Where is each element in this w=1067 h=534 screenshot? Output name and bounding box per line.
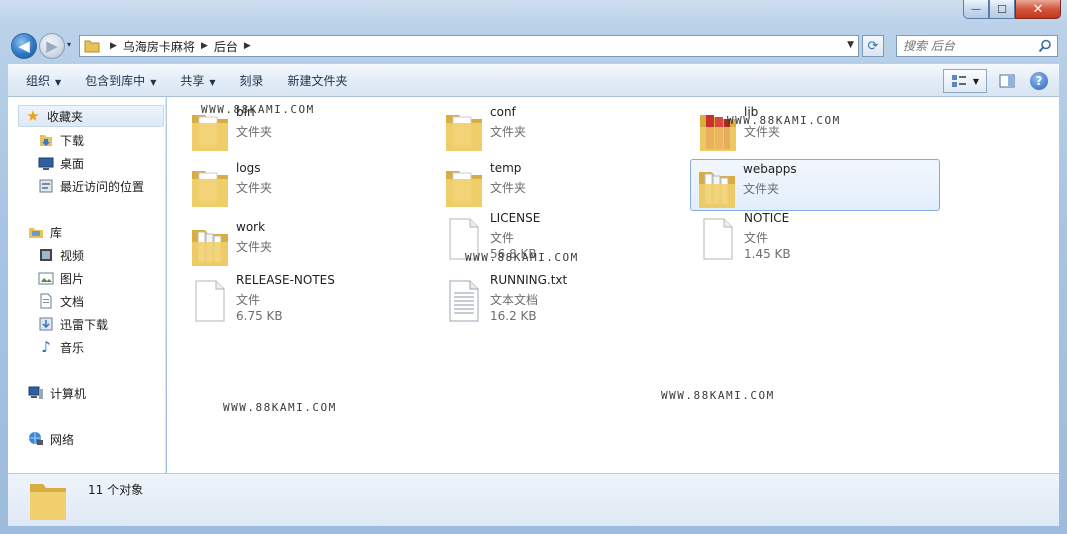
watermark-text: WWW.88KAMI.COM <box>661 389 775 402</box>
nav-recent-places[interactable]: 最近访问的位置 <box>38 175 144 197</box>
view-details-icon <box>951 75 966 87</box>
nav-thunder-downloads[interactable]: 迅雷下载 <box>38 313 108 335</box>
command-bar: 组织 ▼ 包含到库中 ▼ 共享 ▼ 刻录 新建文件夹 ▼ ? <box>8 64 1059 97</box>
file-item-temp[interactable]: temp 文件夹 <box>438 159 688 211</box>
refresh-icon: ⟳ <box>867 38 879 54</box>
change-view-button[interactable]: ▼ <box>943 69 987 93</box>
breadcrumb-item[interactable]: 乌海房卡麻将 <box>123 38 195 55</box>
preview-pane-button[interactable] <box>995 69 1019 93</box>
watermark-text: WWW.88KAMI.COM <box>223 401 337 414</box>
minimize-icon: — <box>971 3 981 15</box>
computer-icon <box>28 385 44 401</box>
nav-music[interactable]: ♪ 音乐 <box>38 336 84 358</box>
recent-places-icon <box>38 178 54 194</box>
file-item-conf[interactable]: conf 文件夹 <box>438 103 688 155</box>
chevron-down-icon: ▼ <box>150 77 157 87</box>
file-item-notice[interactable]: NOTICE 文件 1.45 KB <box>692 209 942 261</box>
file-list-view: bin 文件夹 conf 文件夹 lib 文件夹 logs 文件夹 temp 文… <box>167 97 1059 473</box>
star-icon: ★ <box>26 107 40 125</box>
libraries-icon <box>28 224 44 240</box>
folder-icon <box>192 230 228 266</box>
file-item-work[interactable]: work 文件夹 <box>184 218 434 270</box>
file-item-release-notes[interactable]: RELEASE-NOTES 文件 6.75 KB <box>184 271 434 323</box>
text-document-icon <box>449 280 479 322</box>
folder-icon <box>699 172 735 208</box>
minimize-button[interactable]: — <box>963 0 989 19</box>
arrow-left-icon: ◀ <box>18 36 30 55</box>
file-item-lib[interactable]: lib 文件夹 <box>692 103 942 155</box>
window-controls: — ☐ ✕ <box>963 0 1061 19</box>
folder-icon <box>446 115 482 151</box>
help-icon: ? <box>1030 72 1048 90</box>
chevron-down-icon: ▼ <box>55 77 62 87</box>
file-item-webapps[interactable]: webapps 文件夹 <box>690 159 940 211</box>
search-input[interactable] <box>903 39 1033 53</box>
watermark-text: WWW.88KAMI.COM <box>465 251 579 264</box>
file-icon <box>195 280 225 322</box>
item-count: 11 个对象 <box>88 483 144 497</box>
maximize-button[interactable]: ☐ <box>989 0 1015 19</box>
file-item-running-txt[interactable]: RUNNING.txt 文本文档 16.2 KB <box>438 271 688 323</box>
folder-icon <box>30 484 66 520</box>
organize-menu[interactable]: 组织 ▼ <box>18 68 69 93</box>
preview-pane-icon <box>999 74 1015 88</box>
help-button[interactable]: ? <box>1027 69 1051 93</box>
search-icon[interactable] <box>1038 39 1052 53</box>
chevron-down-icon[interactable]: ▼ <box>973 77 979 86</box>
navigation-pane: ★收藏夹 下载 桌面 最近访问的位置 库 视频 图片 文档 迅雷下载 ♪音乐 <box>8 97 166 473</box>
nav-computer[interactable]: 计算机 <box>28 382 86 404</box>
burn-button[interactable]: 刻录 <box>232 68 272 93</box>
address-dropdown[interactable]: ▼ <box>847 40 854 50</box>
maximize-icon: ☐ <box>997 2 1007 16</box>
file-item-logs[interactable]: logs 文件夹 <box>184 159 434 211</box>
address-bar[interactable]: ▶ 乌海房卡麻将 ▶ 后台 ▶ ▼ <box>79 35 859 57</box>
breadcrumb-item[interactable]: 后台 <box>214 38 238 55</box>
breadcrumb-chevron-icon[interactable]: ▶ <box>244 41 251 51</box>
share-menu[interactable]: 共享 ▼ <box>172 68 223 93</box>
nav-downloads[interactable]: 下载 <box>38 129 84 151</box>
nav-network[interactable]: 网络 <box>28 428 74 450</box>
network-icon <box>28 431 44 447</box>
folder-icon <box>192 171 228 207</box>
breadcrumb-chevron-icon[interactable]: ▶ <box>110 41 117 51</box>
close-button[interactable]: ✕ <box>1015 0 1061 19</box>
video-library-icon <box>38 247 54 263</box>
music-note-icon: ♪ <box>41 338 51 356</box>
nav-desktop[interactable]: 桌面 <box>38 152 84 174</box>
watermark-text: WWW.88KAMI.COM <box>201 103 315 116</box>
desktop-icon <box>38 155 54 171</box>
new-folder-button[interactable]: 新建文件夹 <box>280 68 356 93</box>
title-bar <box>0 0 1067 28</box>
file-icon <box>703 218 733 260</box>
watermark-text: WWW.88KAMI.COM <box>727 114 841 127</box>
nav-pictures[interactable]: 图片 <box>38 267 84 289</box>
details-pane: 11 个对象 <box>8 473 1059 526</box>
back-button[interactable]: ◀ <box>11 33 37 59</box>
nav-favorites[interactable]: ★ 收藏夹 <box>18 105 164 127</box>
arrow-right-icon: ▶ <box>46 36 58 55</box>
recent-pages-dropdown[interactable]: ▾ <box>67 40 71 49</box>
folder-icon <box>446 171 482 207</box>
folder-icon <box>84 40 100 53</box>
chevron-down-icon: ▼ <box>209 77 216 87</box>
nav-libraries[interactable]: 库 <box>28 221 62 243</box>
pictures-library-icon <box>38 270 54 286</box>
nav-documents[interactable]: 文档 <box>38 290 84 312</box>
close-icon: ✕ <box>1032 1 1044 17</box>
forward-button[interactable]: ▶ <box>39 33 65 59</box>
explorer-window: — ☐ ✕ ◀ ▶ ▾ ▶ 乌海房卡麻将 ▶ 后台 ▶ ▼ ⟳ 组织▼ 包含到库… <box>0 0 1067 534</box>
refresh-button[interactable]: ⟳ <box>862 35 884 57</box>
include-in-library-menu[interactable]: 包含到库中 ▼ <box>77 68 164 93</box>
search-box[interactable] <box>896 35 1058 57</box>
downloads-folder-icon <box>38 132 54 148</box>
nav-videos[interactable]: 视频 <box>38 244 84 266</box>
breadcrumb-chevron-icon[interactable]: ▶ <box>201 41 208 51</box>
thunder-downloads-icon <box>38 316 54 332</box>
documents-library-icon <box>38 293 54 309</box>
